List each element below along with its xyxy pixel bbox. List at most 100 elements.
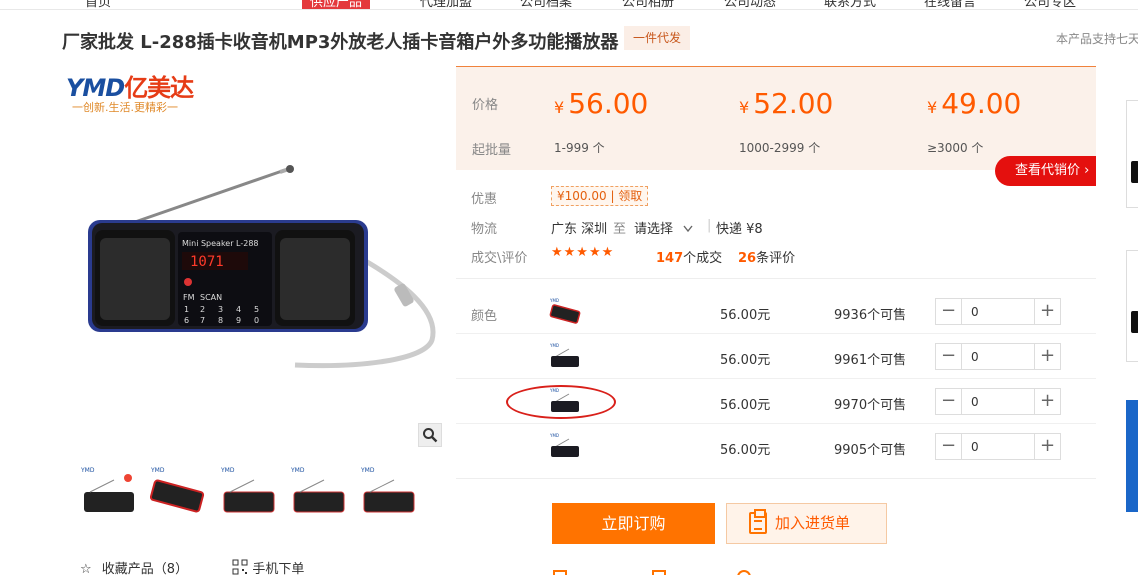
support-notice: 本产品支持七天 [1056,32,1138,46]
ship-to-word: 至 [613,222,627,237]
quantity-stepper: − + [935,433,1061,460]
add-to-cart-label: 加入进货单 [775,514,851,532]
deal-count[interactable]: 147个成交 [656,247,722,266]
svg-text:0: 0 [254,316,259,325]
sku-price: 56.00元 [720,443,771,458]
nav-item-news[interactable]: 公司动态 [724,0,776,10]
svg-text:8: 8 [218,316,223,325]
svg-text:5: 5 [254,305,259,314]
quantity-input[interactable] [963,389,1035,414]
service-icon [553,570,567,575]
increment-button[interactable]: + [1034,434,1060,459]
nav-item-zone[interactable]: 公司专区 [1024,0,1076,10]
ship-from: 广东 深圳 [551,222,608,237]
brand-logo-text: YMD亿美达 [66,74,194,102]
quantity-stepper: − + [935,343,1061,370]
thumbnail[interactable]: YMD [290,462,348,524]
annotation-circle [506,385,616,419]
zoom-button[interactable] [418,423,442,447]
svg-text:YMD: YMD [360,467,375,474]
ship-destination-select[interactable]: 请选择 [634,218,693,237]
nav-item-profile[interactable]: 公司档案 [520,0,572,10]
favorite-button[interactable]: ☆ 收藏产品（8） [80,562,198,575]
tier-range-1: 1-999 个 [554,141,605,155]
nav-item-contact[interactable]: 联系方式 [824,0,876,10]
svg-text:YMD: YMD [150,467,165,474]
decrement-button[interactable]: − [936,299,962,324]
sku-stock: 9905个可售 [834,443,907,458]
thumbnail[interactable]: YMD [80,462,138,524]
gallery-actions: ☆ 收藏产品（8） 手机下单 [80,558,316,575]
sku-thumbnail[interactable]: YMD [549,296,583,326]
svg-text:1: 1 [184,305,189,314]
image-display-digits: 1071 [190,254,224,270]
sku-price: 56.00元 [720,308,771,323]
image-model-label: Mini Speaker L-288 [182,239,259,248]
side-card[interactable] [1126,100,1138,208]
promo-label: 优惠 [471,192,498,207]
increment-button[interactable]: + [1034,299,1060,324]
rating-stars: ★★★★★ [551,245,615,260]
sku-stock: 9936个可售 [834,308,907,323]
side-card[interactable] [1126,250,1138,362]
coupon-badge[interactable]: ¥100.00 | 领取 [551,186,649,206]
increment-button[interactable]: + [1034,389,1060,414]
mobile-order-button[interactable]: 手机下单 [232,559,310,575]
svg-text:9: 9 [236,316,241,325]
clipboard-icon [749,509,767,534]
sku-stock: 9970个可售 [834,398,907,413]
svg-text:FM: FM [183,293,195,302]
thumbnail[interactable]: YMD [220,462,278,524]
sku-thumbnail[interactable]: YMD [549,341,583,371]
separator: | [707,218,712,233]
quantity-input[interactable] [963,434,1035,459]
thumbnail[interactable]: YMD [150,462,208,524]
decrement-button[interactable]: − [936,389,962,414]
increment-button[interactable]: + [1034,344,1060,369]
svg-text:YMD: YMD [549,298,559,303]
order-now-button[interactable]: 立即订购 [552,503,715,544]
price-label: 价格 [472,98,499,113]
svg-text:YMD: YMD [220,467,235,474]
svg-text:7: 7 [200,316,205,325]
deals-label: 成交\评价 [471,251,528,266]
decrement-button[interactable]: − [936,344,962,369]
ship-method: 快递 ¥8 [716,222,763,237]
star-outline-icon: ☆ [80,562,92,575]
tier-range-3: ≥3000 个 [927,141,984,155]
side-banner[interactable] [1126,400,1138,512]
add-to-cart-button[interactable]: 加入进货单 [726,503,887,544]
nav-item-message[interactable]: 在线留言 [924,0,976,10]
top-nav: 首页 供应产品 代理加盟 公司档案 公司相册 公司动态 联系方式 在线留言 公司… [0,0,1138,10]
service-icon [652,570,666,575]
qty-label: 起批量 [472,143,512,158]
side-recommendations [1126,66,1138,575]
review-count[interactable]: 26条评价 [738,247,795,266]
mobile-order-label: 手机下单 [252,562,305,575]
thumbnail[interactable]: YMD [360,462,418,524]
quantity-stepper: − + [935,388,1061,415]
qr-code-icon [232,559,248,575]
nav-item-agency[interactable]: 代理加盟 [420,0,472,10]
favorite-label: 收藏产品（8） [101,562,189,575]
decrement-button[interactable]: − [936,434,962,459]
dealer-price-button[interactable]: 查看代销价 › [995,156,1096,186]
quantity-input[interactable] [963,344,1035,369]
svg-text:YMD: YMD [549,343,559,348]
svg-text:4: 4 [236,305,241,314]
svg-text:YMD: YMD [290,467,305,474]
quantity-input[interactable] [963,299,1035,324]
service-icon [737,570,751,575]
sku-row: YMD 56.00元 9961个可售 − + [456,334,1096,379]
tier-price-1: ¥56.00 [554,87,649,120]
magnifier-icon [423,428,438,443]
sku-thumbnail[interactable]: YMD [549,431,583,461]
nav-item-album[interactable]: 公司相册 [622,0,674,10]
nav-item-products[interactable]: 供应产品 [302,0,371,10]
dropship-tag[interactable]: 一件代发 [624,26,691,50]
nav-item-home[interactable]: 首页 [85,0,111,10]
sku-price: 56.00元 [720,398,771,413]
divider [456,478,1096,479]
svg-text:YMD: YMD [80,467,95,474]
svg-text:YMD: YMD [549,433,559,438]
